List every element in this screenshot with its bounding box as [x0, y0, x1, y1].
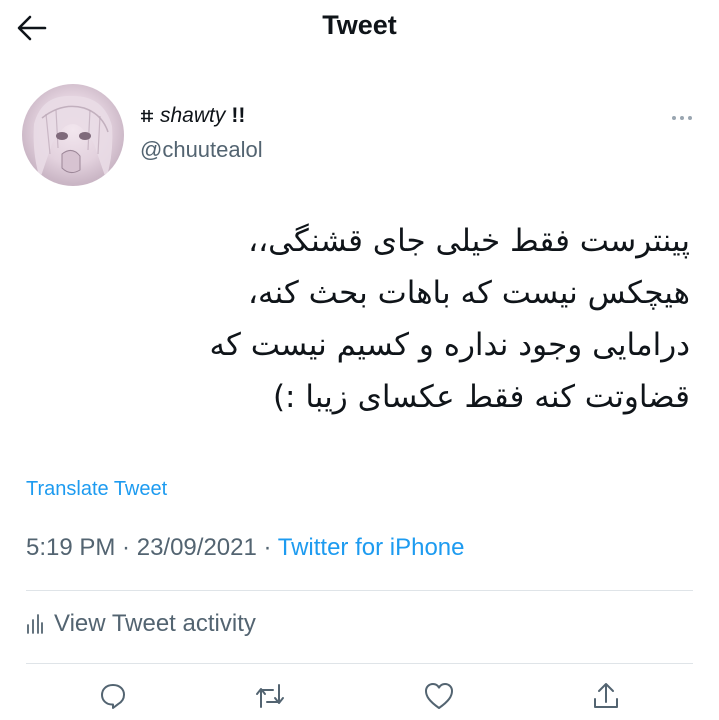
retweet-icon [256, 684, 284, 708]
more-icon [672, 116, 692, 120]
divider [26, 590, 693, 591]
share-button[interactable] [586, 676, 626, 716]
share-icon [594, 683, 618, 708]
page-title: Tweet [322, 10, 397, 40]
tweet-actions [0, 676, 719, 716]
tweet-line: هیچکس نیست که باهات بحث کنه، [248, 275, 690, 311]
meta-separator: · [256, 534, 278, 561]
view-tweet-activity-button[interactable]: View Tweet activity [26, 610, 256, 638]
author-display-name[interactable]: shawty !! [140, 104, 245, 128]
like-icon [425, 683, 453, 709]
tweet-metadata: 5:19 PM · 23/09/2021 · Twitter for iPhon… [26, 534, 465, 562]
display-name-text: shawty [160, 104, 226, 127]
reply-icon [101, 684, 125, 709]
tweet-line: قضاوتت کنه فقط عکسای زیبا :) [272, 379, 690, 415]
meta-separator: · [115, 534, 137, 561]
like-button[interactable] [419, 676, 459, 716]
reply-button[interactable] [93, 676, 133, 716]
author-handle[interactable]: @chuutealol [140, 137, 263, 163]
retweet-button[interactable] [250, 676, 290, 716]
divider [26, 663, 693, 664]
translate-tweet-link[interactable]: Translate Tweet [26, 478, 167, 501]
hash-icon [141, 110, 153, 122]
more-options-button[interactable] [671, 104, 693, 127]
analytics-icon [27, 614, 43, 634]
tweet-line: درامایی وجود نداره و کسیم نیست که [209, 327, 690, 363]
display-name-suffix: !! [231, 104, 246, 127]
activity-label: View Tweet activity [54, 610, 256, 637]
tweet-line: پینترست فقط خیلی جای قشنگی،، [248, 223, 690, 259]
avatar[interactable] [22, 84, 124, 186]
tweet-text: پینترست فقط خیلی جای قشنگی،، هیچکس نیست … [60, 215, 690, 423]
tweet-date[interactable]: 23/09/2021 [137, 534, 257, 561]
tweet-source-link[interactable]: Twitter for iPhone [278, 534, 465, 561]
tweet-time[interactable]: 5:19 PM [26, 534, 115, 561]
top-bar: Tweet [0, 0, 719, 56]
